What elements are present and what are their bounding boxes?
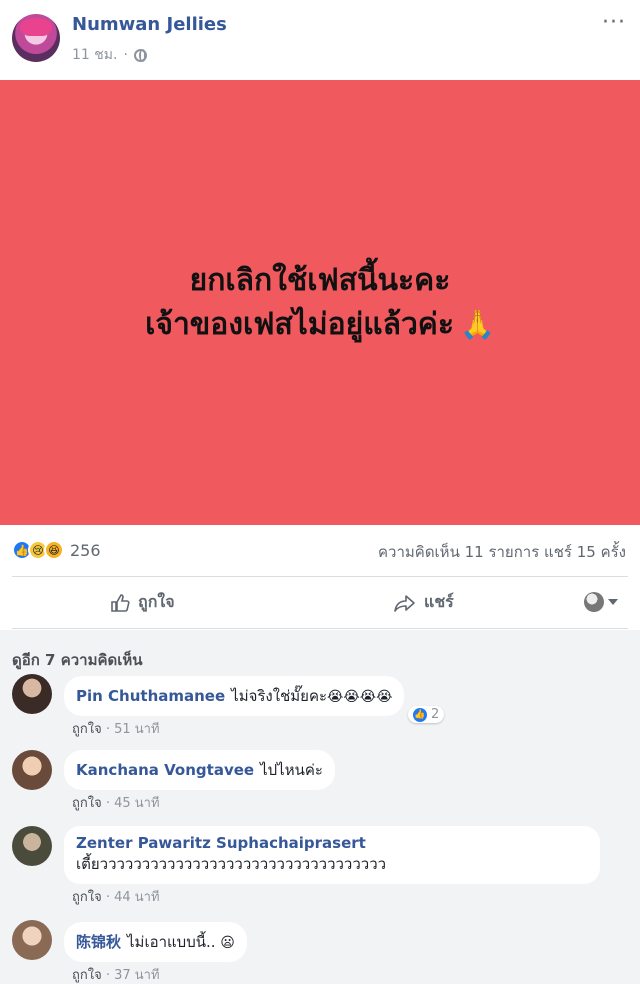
comment-emoji: 😭😭😭😭 [327,689,393,705]
pray-emoji: 🙏 [460,307,495,341]
post-content: ยกเลิกใช้เฟสนี้นะคะ เจ้าของเฟสไม่อยู่แล้… [0,80,640,525]
comment-time[interactable]: 44 นาที [114,890,159,905]
post-actions: ถูกใจ แชร์ [0,582,640,626]
divider [12,628,628,629]
comment-text: ไม่จริงใช่มั๊ยคะ [231,687,328,705]
comment-text: ไม่เอาแบบนี้.. [127,933,216,951]
profile-thumb-icon [584,592,604,612]
chevron-down-icon [608,599,618,605]
comment-reaction-badge[interactable]: 👍 2 [408,706,445,723]
share-button[interactable]: แชร์ [394,590,454,615]
more-options-button[interactable]: ··· [602,10,626,35]
comment-footer: ถูกใจ · 51 นาที [72,722,160,737]
post-header: Numwan Jellies 11 ชม. · ··· [0,0,640,80]
comment-like-link[interactable]: ถูกใจ [72,796,102,811]
commenter-name[interactable]: Zenter Pawaritz Suphachaiprasert [76,834,582,852]
comment-bubble: Pin Chuthamanee ไม่จริงใช่มั๊ยคะ😭😭😭😭 [64,676,405,716]
comment-bubble: Kanchana Vongtavee ไปไหนค่ะ [64,750,335,790]
comment-bubble: 陈锦秋 ไม่เอาแบบนี้.. 😦 [64,922,247,962]
comment-item: Kanchana Vongtavee ไปไหนค่ะ ถูกใจ · 45 นา… [12,750,628,820]
commenter-avatar[interactable] [12,750,52,790]
comment-footer: ถูกใจ · 45 นาที [72,796,160,811]
comments-shares-count[interactable]: ความคิดเห็น 11 รายการ แชร์ 15 ครั้ง [378,540,626,564]
comment-time[interactable]: 37 นาที [114,968,159,983]
post-line-1: ยกเลิกใช้เฟสนี้นะคะ [189,263,451,298]
commenter-name[interactable]: Kanchana Vongtavee [76,761,254,779]
post-time[interactable]: 11 ชม. [72,44,117,66]
author-name[interactable]: Numwan Jellies [72,14,227,35]
comments-section: ดูอีก 7 ความคิดเห็น Pin Chuthamanee ไม่จร… [0,630,640,984]
commenter-avatar[interactable] [12,674,52,714]
like-button[interactable]: ถูกใจ [110,590,175,615]
divider [12,576,628,577]
comment-like-link[interactable]: ถูกใจ [72,968,102,983]
thumb-up-icon [110,593,130,613]
haha-icon: 😆 [44,540,64,560]
post-stats: 👍 😢 😆 256 ความคิดเห็น 11 รายการ แชร์ 15 … [0,532,640,572]
post-meta: 11 ชม. · [72,44,147,66]
comment-time[interactable]: 45 นาที [114,796,159,811]
comment-footer: ถูกใจ · 44 นาที [72,890,160,905]
comment-time[interactable]: 51 นาที [114,722,159,737]
comment-like-link[interactable]: ถูกใจ [72,722,102,737]
globe-icon [133,48,147,62]
comment-emoji: 😦 [220,935,235,951]
comment-footer: ถูกใจ · 37 นาที [72,968,160,983]
comment-text: เตี้ยวววววววววววววววววววววววววววววววววว [76,855,387,873]
like-icon: 👍 [413,707,427,722]
comment-item: 陈锦秋 ไม่เอาแบบนี้.. 😦 ถูกใจ · 37 นาที [12,920,628,984]
author-avatar[interactable] [12,14,60,62]
commenter-avatar[interactable] [12,826,52,866]
comment-item: Pin Chuthamanee ไม่จริงใช่มั๊ยคะ😭😭😭😭 👍 2 … [12,674,628,744]
reaction-count: 256 [70,540,101,560]
comment-text: ไปไหนค่ะ [260,761,323,779]
reaction-summary[interactable]: 👍 😢 😆 256 [12,540,101,560]
comment-item: Zenter Pawaritz Suphachaiprasert เตี้ยวว… [12,826,628,910]
audience-selector[interactable] [584,592,618,612]
share-arrow-icon [394,593,416,613]
commenter-avatar[interactable] [12,920,52,960]
post-line-2: เจ้าของเฟสไม่อยู่แล้วค่ะ 🙏 [145,306,495,342]
commenter-name[interactable]: 陈锦秋 [76,933,121,951]
comment-bubble: Zenter Pawaritz Suphachaiprasert เตี้ยวว… [64,826,600,884]
commenter-name[interactable]: Pin Chuthamanee [76,687,225,705]
view-more-comments[interactable]: ดูอีก 7 ความคิดเห็น [12,648,143,672]
comment-like-link[interactable]: ถูกใจ [72,890,102,905]
